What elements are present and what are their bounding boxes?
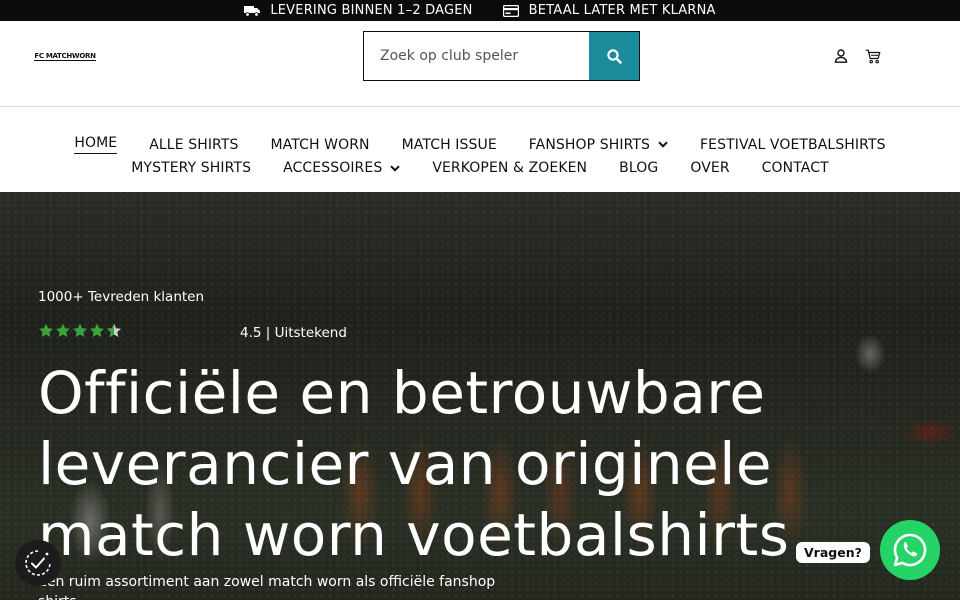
truck-icon <box>244 5 261 17</box>
search-icon <box>606 48 622 64</box>
payment-text: BETAAL LATER MET KLARNA <box>528 3 716 18</box>
chevron-down-icon <box>390 164 401 172</box>
logo-text: FC MATCHWORN <box>34 52 96 61</box>
payment-notice: BETAAL LATER MET KLARNA <box>502 3 716 18</box>
nav-item-match-worn[interactable]: MATCH WORN <box>271 135 370 154</box>
nav-label: MATCH WORN <box>270 136 370 153</box>
cookie-consent-icon <box>25 550 51 576</box>
nav-item-contact[interactable]: CONTACT <box>762 160 829 176</box>
nav-label: MATCH ISSUE <box>401 136 497 153</box>
hero-banner: 1000+ Tevreden klanten 4.5 | Uitstekend … <box>0 192 960 600</box>
whatsapp-icon <box>893 533 927 567</box>
star-rating <box>38 323 122 338</box>
nav-label: CONTACT <box>761 160 829 176</box>
site-header: FC MATCHWORN <box>0 21 960 107</box>
hero-subtitle-continued: shirts <box>38 594 77 600</box>
chat-prompt-label[interactable]: Vragen? <box>796 542 870 563</box>
search-input[interactable] <box>364 32 590 80</box>
whatsapp-button[interactable] <box>880 520 940 580</box>
hero-subtitle: Een ruim assortiment aan zowel match wor… <box>38 574 496 590</box>
nav-label: ACCESSOIRES <box>283 160 383 176</box>
main-navigation: HOME ALLE SHIRTS MATCH WORN MATCH ISSUE … <box>0 107 960 192</box>
rating-text: 4.5 | Uitstekend <box>240 325 347 341</box>
announcement-bar: LEVERING BINNEN 1–2 DAGEN BETAAL LATER M… <box>0 0 960 21</box>
nav-item-blog[interactable]: BLOG <box>619 160 658 176</box>
cart-icon <box>865 49 881 63</box>
star-icon <box>55 323 71 337</box>
user-icon <box>834 49 848 63</box>
delivery-notice: LEVERING BINNEN 1–2 DAGEN <box>244 3 472 18</box>
nav-label: FANSHOP SHIRTS <box>528 136 651 153</box>
nav-item-home[interactable]: HOME <box>74 135 118 154</box>
nav-item-mystery-shirts[interactable]: MYSTERY SHIRTS <box>131 160 251 176</box>
chevron-down-icon <box>658 141 668 148</box>
star-icon <box>38 323 54 337</box>
search-button[interactable] <box>589 32 639 80</box>
nav-label: MYSTERY SHIRTS <box>131 160 252 176</box>
nav-item-festival-voetbalshirts[interactable]: FESTIVAL VOETBALSHIRTS <box>700 135 886 154</box>
search-form <box>363 31 640 81</box>
delivery-text: LEVERING BINNEN 1–2 DAGEN <box>270 3 473 18</box>
nav-item-match-issue[interactable]: MATCH ISSUE <box>402 135 497 154</box>
cookie-settings-button[interactable] <box>15 540 61 586</box>
nav-item-fanshop-shirts[interactable]: FANSHOP SHIRTS <box>529 135 668 154</box>
cart-button[interactable] <box>864 47 882 65</box>
nav-item-accessoires[interactable]: ACCESSOIRES <box>283 160 401 176</box>
nav-row-1: HOME ALLE SHIRTS MATCH WORN MATCH ISSUE … <box>0 135 960 154</box>
star-icon <box>72 323 88 337</box>
nav-label: OVER <box>690 160 730 176</box>
nav-item-verkopen-zoeken[interactable]: VERKOPEN & ZOEKEN <box>432 160 587 176</box>
star-icon <box>89 323 105 337</box>
star-half-icon <box>106 323 122 337</box>
account-button[interactable] <box>832 47 850 65</box>
nav-item-alle-shirts[interactable]: ALLE SHIRTS <box>149 135 238 154</box>
nav-label: HOME <box>74 135 118 154</box>
nav-label: FESTIVAL VOETBALSHIRTS <box>700 136 886 153</box>
nav-label: ALLE SHIRTS <box>149 136 239 153</box>
nav-item-over[interactable]: OVER <box>690 160 729 176</box>
customer-count: 1000+ Tevreden klanten <box>38 289 205 305</box>
nav-label: VERKOPEN & ZOEKEN <box>432 160 588 176</box>
credit-card-icon <box>502 4 519 17</box>
hero-title: Officiële en betrouwbare leverancier van… <box>38 359 790 569</box>
nav-row-2: MYSTERY SHIRTS ACCESSOIRES VERKOPEN & ZO… <box>0 160 960 176</box>
site-logo[interactable]: FC MATCHWORN <box>34 51 96 62</box>
nav-label: BLOG <box>619 160 659 176</box>
